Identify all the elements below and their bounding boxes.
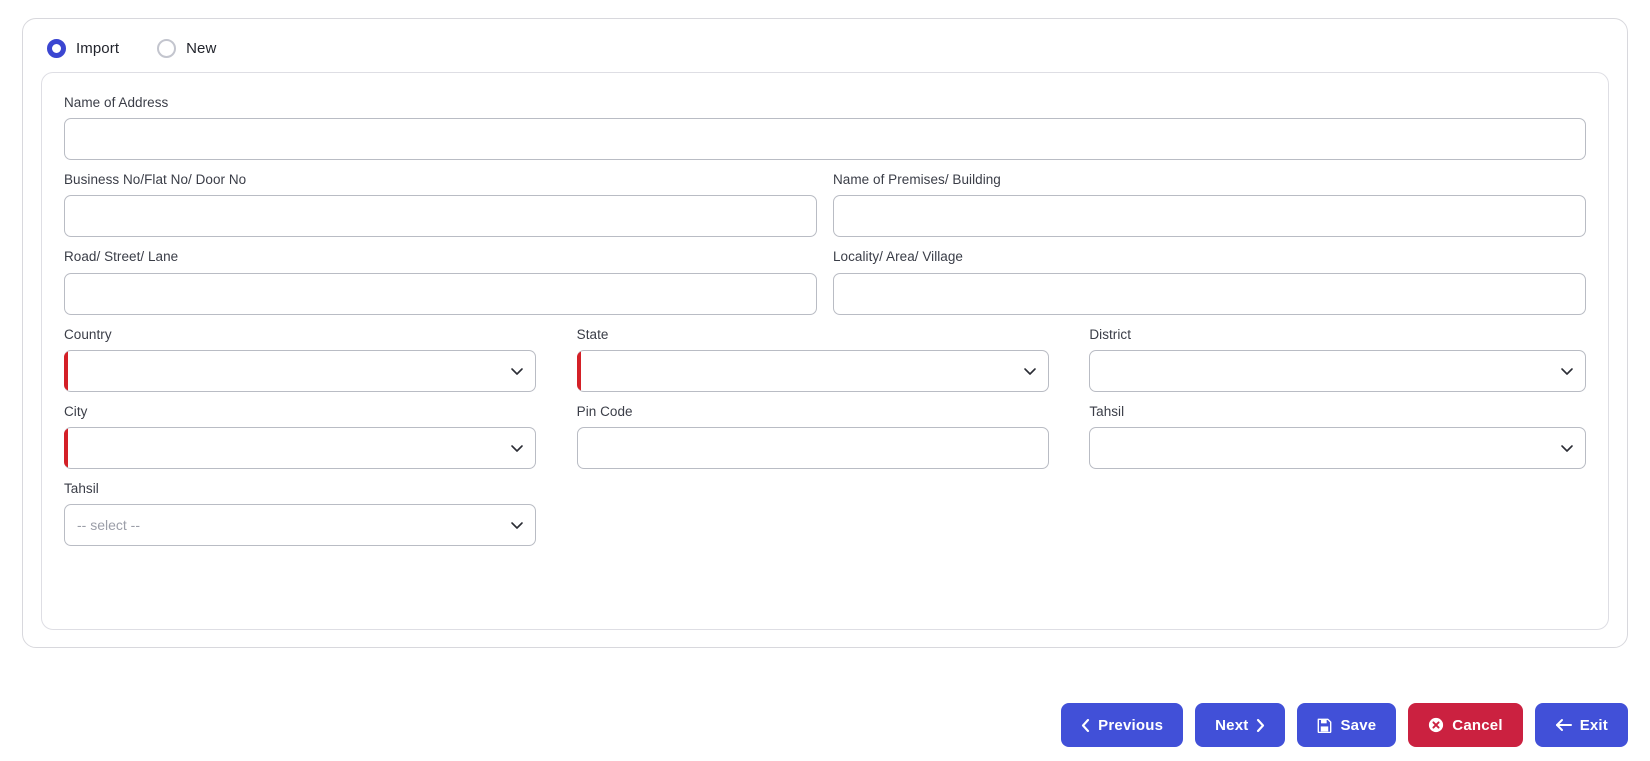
chevron-down-icon: [1560, 441, 1574, 455]
label-city: City: [64, 403, 88, 419]
state-select[interactable]: [576, 349, 1049, 392]
field-country: Country: [64, 327, 561, 392]
exit-button[interactable]: Exit: [1534, 703, 1628, 747]
radio-new-icon[interactable]: [157, 39, 177, 58]
address-form-card: Import New Name of Address Business No/F…: [22, 18, 1628, 648]
previous-button-label: Previous: [1098, 716, 1164, 734]
form-row-4: Country State District: [64, 326, 1587, 392]
circle-x-icon: [1428, 717, 1444, 733]
exit-button-label: Exit: [1579, 716, 1608, 734]
field-tahsil-bottom: Tahsil -- select --: [64, 480, 561, 547]
district-select[interactable]: [1089, 349, 1587, 392]
country-select[interactable]: [64, 349, 536, 392]
cancel-button[interactable]: Cancel: [1408, 703, 1523, 747]
city-select[interactable]: [64, 426, 536, 469]
next-button-label: Next: [1215, 716, 1249, 734]
chevron-right-icon: [1256, 718, 1265, 732]
form-row-5: City Pin Code Tahsil: [64, 403, 1587, 469]
tahsil-right-select[interactable]: [1089, 426, 1587, 469]
save-button[interactable]: Save: [1297, 703, 1397, 747]
cancel-button-label: Cancel: [1452, 716, 1503, 734]
pin-code-input[interactable]: [576, 426, 1049, 469]
form-row-6: Tahsil -- select --: [64, 480, 1586, 547]
business-no-input[interactable]: [64, 195, 817, 238]
label-road-street-lane: Road/ Street/ Lane: [64, 249, 179, 265]
address-form-page: Import New Name of Address Business No/F…: [0, 0, 1650, 761]
form-row-2: Business No/Flat No/ Door No Name of Pre…: [64, 172, 1586, 238]
name-of-address-input[interactable]: [64, 118, 1586, 161]
save-button-label: Save: [1340, 716, 1377, 734]
chevron-down-icon: [510, 441, 524, 455]
field-name-of-premises: Name of Premises/ Building: [833, 172, 1586, 238]
field-pin-code: Pin Code: [576, 403, 1074, 469]
label-name-of-premises: Name of Premises/ Building: [833, 172, 1001, 188]
label-name-of-address: Name of Address: [64, 95, 169, 110]
arrow-left-icon: [1555, 718, 1572, 732]
field-business-no: Business No/Flat No/ Door No: [64, 172, 817, 238]
radio-option-new[interactable]: New: [157, 39, 216, 58]
address-fields-container: Name of Address Business No/Flat No/ Doo…: [41, 72, 1609, 630]
form-row-3: Road/ Street/ Lane Locality/ Area/ Villa…: [64, 249, 1586, 315]
radio-import-label: Import: [76, 40, 120, 57]
tahsil-bottom-select-placeholder: -- select --: [77, 517, 140, 534]
field-tahsil-right: Tahsil: [1089, 403, 1587, 469]
floppy-disk-icon: [1317, 718, 1332, 733]
form-actions: Previous Next Save Cancel Exit: [1061, 703, 1628, 747]
field-locality-area-village: Locality/ Area/ Village: [833, 249, 1586, 315]
label-tahsil-bottom: Tahsil: [64, 480, 99, 496]
chevron-down-icon: [510, 364, 524, 378]
label-locality-area-village: Locality/ Area/ Village: [833, 249, 963, 265]
field-name-of-address: Name of Address: [64, 95, 1586, 161]
field-road-street-lane: Road/ Street/ Lane: [64, 249, 817, 315]
chevron-down-icon: [510, 518, 524, 532]
radio-option-import[interactable]: Import: [47, 39, 119, 58]
field-district: District: [1089, 326, 1587, 392]
field-city: City: [64, 404, 561, 469]
label-district: District: [1089, 326, 1131, 342]
name-of-premises-input[interactable]: [833, 195, 1586, 238]
chevron-left-icon: [1081, 718, 1090, 732]
radio-new-label: New: [186, 40, 217, 57]
road-street-lane-input[interactable]: [64, 272, 817, 315]
label-business-no: Business No/Flat No/ Door No: [64, 172, 247, 188]
previous-button[interactable]: Previous: [1061, 703, 1184, 747]
form-row-6-spacer-1: [577, 481, 1074, 546]
field-state: State: [576, 326, 1074, 392]
label-state: State: [576, 326, 609, 342]
chevron-down-icon: [1023, 364, 1037, 378]
form-row-6-spacer-2: [1089, 481, 1586, 546]
label-country: Country: [64, 326, 112, 342]
label-pin-code: Pin Code: [576, 403, 633, 419]
label-tahsil-right: Tahsil: [1089, 403, 1125, 419]
next-button[interactable]: Next: [1195, 703, 1286, 747]
locality-area-village-input[interactable]: [833, 272, 1586, 315]
mode-radio-group: Import New: [41, 33, 1609, 72]
tahsil-bottom-select[interactable]: -- select --: [64, 504, 536, 547]
form-row-1: Name of Address: [64, 95, 1586, 161]
chevron-down-icon: [1560, 364, 1574, 378]
radio-import-icon[interactable]: [47, 39, 66, 58]
